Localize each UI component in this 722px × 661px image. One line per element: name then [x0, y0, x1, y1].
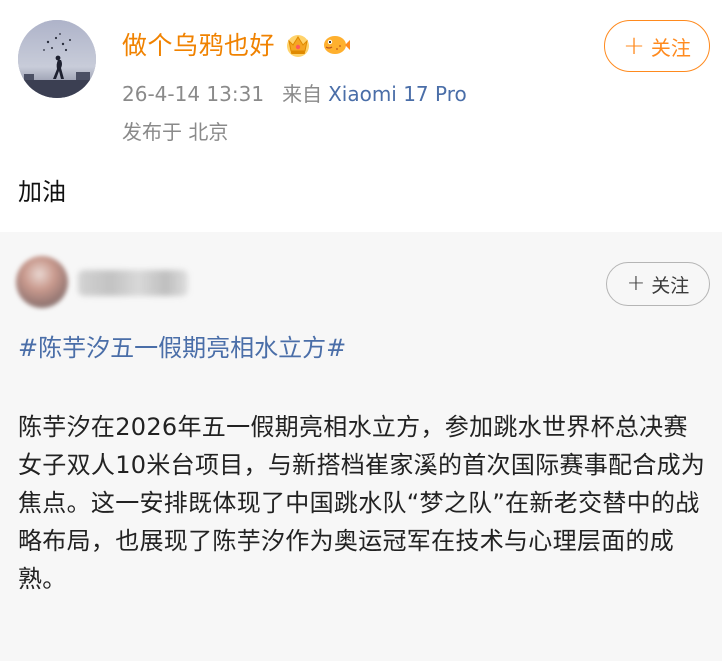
repost-follow-label: 关注	[651, 274, 690, 297]
post-location: 发布于 北京	[122, 120, 229, 144]
original-author-avatar[interactable]	[16, 256, 68, 308]
main-post: 做个乌鸦也好 26-4-14 13:31 来自 Xiaomi 17 Pro 发布…	[0, 0, 722, 232]
device-link[interactable]: Xiaomi 17 Pro	[328, 82, 467, 106]
username-row: 做个乌鸦也好	[122, 24, 351, 64]
plus-icon: +	[626, 271, 646, 296]
follow-label: 关注	[650, 35, 691, 60]
follow-button[interactable]: + 关注	[604, 20, 710, 72]
repost-pointer-mask	[30, 210, 74, 232]
hashtag-link[interactable]: #陈芋汐五一假期亮相水立方#	[18, 328, 346, 363]
from-label: 来自	[282, 82, 323, 106]
username[interactable]: 做个乌鸦也好	[122, 26, 275, 62]
post-time: 26-4-14 13:31	[122, 82, 265, 106]
repost-text: 陈芋汐在2026年五一假期亮相水立方，参加跳水世界杯总决赛女子双人10米台项目，…	[18, 413, 706, 593]
crown-badge-icon[interactable]	[283, 29, 313, 59]
reposted-card[interactable]: + 关注 #陈芋汐五一假期亮相水立方# 陈芋汐在2026年五一假期亮相水立方，参…	[0, 232, 722, 661]
repost-follow-button[interactable]: + 关注	[606, 262, 710, 306]
pufferfish-badge-icon[interactable]	[321, 29, 351, 59]
original-author-name[interactable]	[78, 270, 188, 296]
post-body: 加油	[18, 178, 66, 206]
avatar-image	[18, 20, 96, 98]
plus-icon: +	[623, 31, 645, 61]
post-meta: 26-4-14 13:31 来自 Xiaomi 17 Pro	[122, 78, 467, 107]
avatar[interactable]	[18, 20, 96, 98]
